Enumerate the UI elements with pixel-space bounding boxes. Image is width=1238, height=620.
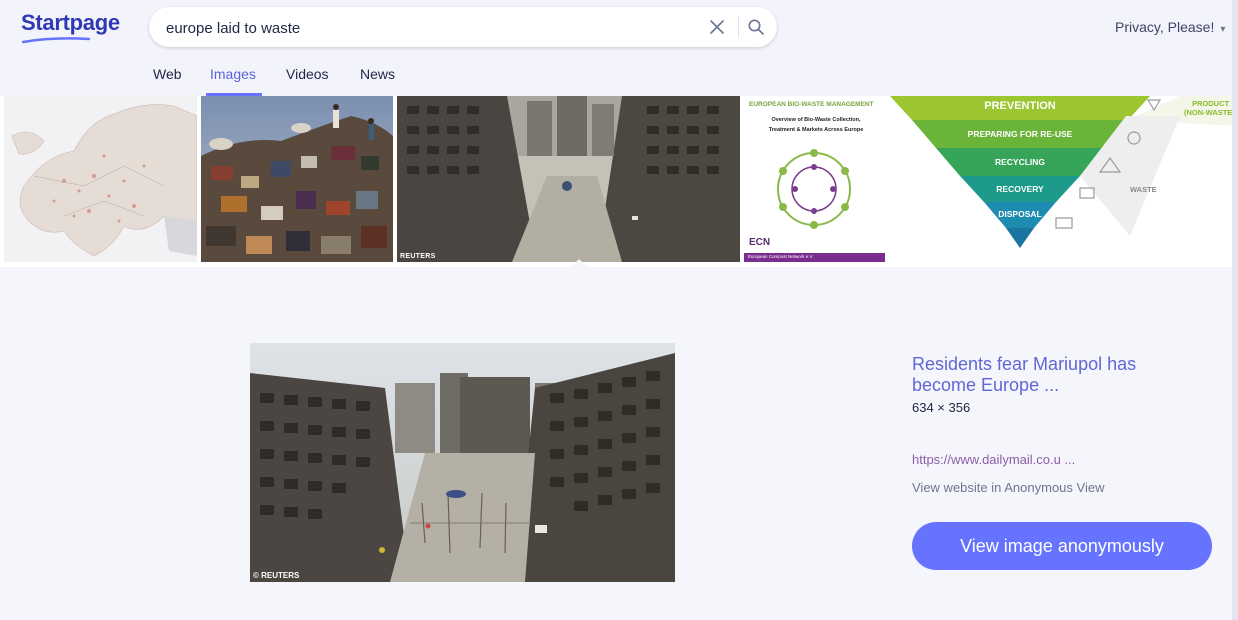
pyramid-graphic — [890, 96, 1238, 248]
report-heading: EUROPEAN BIO-WASTE MANAGEMENT — [749, 101, 874, 108]
level-recovery: RECOVERY — [996, 184, 1044, 194]
tab-news[interactable]: News — [360, 66, 395, 82]
view-image-anonymously-button[interactable]: View image anonymously — [912, 522, 1212, 570]
thumbnail-europe-map[interactable] — [4, 96, 197, 262]
level-disposal: DISPOSAL — [998, 209, 1042, 219]
privacy-label: Privacy, Please! — [1115, 19, 1215, 35]
level-reuse: PREPARING FOR RE-USE — [967, 129, 1073, 139]
startpage-logo[interactable]: Startpage — [21, 10, 120, 36]
report-subtitle-line-1: Overview of Bio-Waste Collection, — [771, 117, 861, 123]
search-input[interactable] — [164, 7, 688, 49]
thumbnail-bio-waste-report[interactable]: EUROPEAN BIO-WASTE MANAGEMENT Overview o… — [744, 96, 885, 262]
search-divider — [738, 16, 739, 38]
report-footer: European Compost Network e.V. — [748, 254, 814, 259]
tab-images[interactable]: Images — [210, 66, 256, 82]
source-url-link[interactable]: https://www.dailymail.co.u ... — [912, 452, 1075, 467]
product-label-line-1: PRODUCT — [1192, 99, 1230, 108]
chevron-down-icon: ▾ — [1220, 24, 1226, 35]
search-bar — [149, 7, 777, 49]
preview-pointer — [571, 259, 587, 267]
preview-image[interactable]: © REUTERS — [250, 343, 675, 582]
anonymous-view-link[interactable]: View website in Anonymous View — [912, 480, 1104, 495]
header: Startpage Privacy, Please! ▾ — [0, 0, 1238, 96]
level-recycling: RECYCLING — [994, 157, 1046, 167]
thumbnail-watermark: REUTERS — [400, 253, 436, 260]
thumbnail-waste-hierarchy[interactable]: PREVENTION PREPARING FOR RE-USE RECYCLIN… — [890, 96, 1238, 262]
tab-web[interactable]: Web — [153, 66, 182, 82]
level-prevention: PREVENTION — [984, 100, 1056, 112]
thumbnail-destroyed-buildings[interactable]: REUTERS — [397, 96, 740, 262]
tab-videos[interactable]: Videos — [286, 66, 329, 82]
result-title-link[interactable]: Residents fear Mariupol has become Europ… — [912, 354, 1192, 396]
ecn-logo: ECN — [749, 237, 771, 248]
scrollbar-track[interactable] — [1232, 0, 1238, 620]
preview-watermark: © REUTERS — [253, 571, 300, 580]
search-icon[interactable] — [747, 18, 765, 36]
privacy-menu[interactable]: Privacy, Please! ▾ — [1115, 19, 1225, 35]
close-icon[interactable] — [709, 19, 725, 35]
thumbnail-textile-dump[interactable] — [201, 96, 393, 262]
bio-waste-cycle-diagram — [777, 149, 851, 229]
product-label-line-2: (NON-WASTE) — [1184, 108, 1235, 117]
image-dimensions: 634 × 356 — [912, 400, 971, 415]
logo-swoosh — [22, 37, 90, 44]
report-subtitle-line-2: Treatment & Markets Across Europe — [768, 127, 864, 133]
waste-label: WASTE — [1130, 185, 1157, 194]
